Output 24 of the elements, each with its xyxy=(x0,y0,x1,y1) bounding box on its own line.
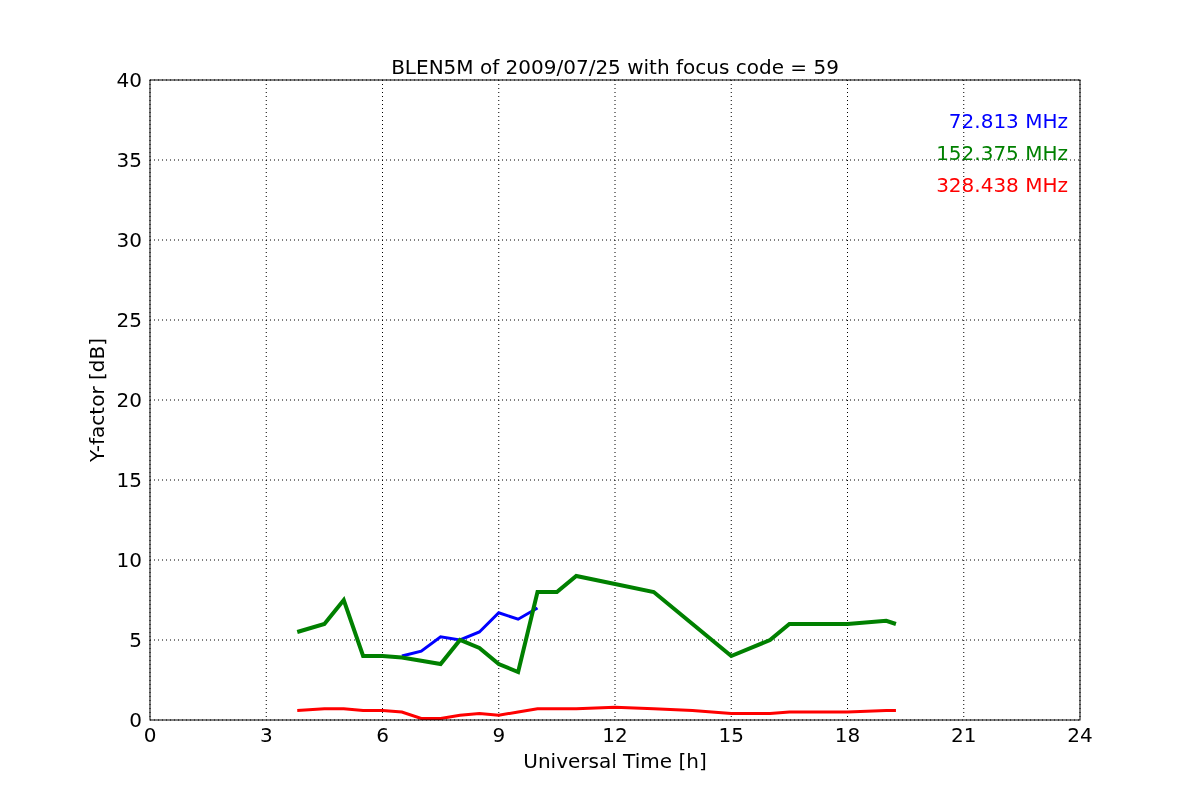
x-tick-label: 9 xyxy=(492,723,506,747)
x-tick-label: 12 xyxy=(602,723,628,747)
y-tick-label: 20 xyxy=(116,388,142,412)
y-tick-label: 40 xyxy=(116,68,142,92)
legend-label: 152.375 MHz xyxy=(936,141,1068,165)
y-tick-label: 5 xyxy=(129,628,142,652)
x-tick-label: 3 xyxy=(259,723,273,747)
x-tick-label: 0 xyxy=(143,723,157,747)
y-tick-label: 10 xyxy=(116,548,142,572)
x-tick-label: 6 xyxy=(376,723,389,747)
y-tick-label: 25 xyxy=(116,308,142,332)
chart-title: BLEN5M of 2009/07/25 with focus code = 59 xyxy=(391,55,839,79)
y-tick-label: 30 xyxy=(116,228,142,252)
x-tick-label: 15 xyxy=(718,723,744,747)
x-tick-label: 21 xyxy=(951,723,977,747)
y-tick-label: 0 xyxy=(129,708,142,732)
x-tick-label: 18 xyxy=(834,723,861,747)
legend-label: 72.813 MHz xyxy=(948,109,1068,133)
x-tick-label: 24 xyxy=(1067,723,1093,747)
y-tick-label: 15 xyxy=(116,468,142,492)
y-tick-label: 35 xyxy=(116,148,142,172)
y-axis-label: Y-factor [dB] xyxy=(85,338,109,462)
x-axis-label: Universal Time [h] xyxy=(523,749,707,773)
legend-label: 328.438 MHz xyxy=(936,173,1068,197)
